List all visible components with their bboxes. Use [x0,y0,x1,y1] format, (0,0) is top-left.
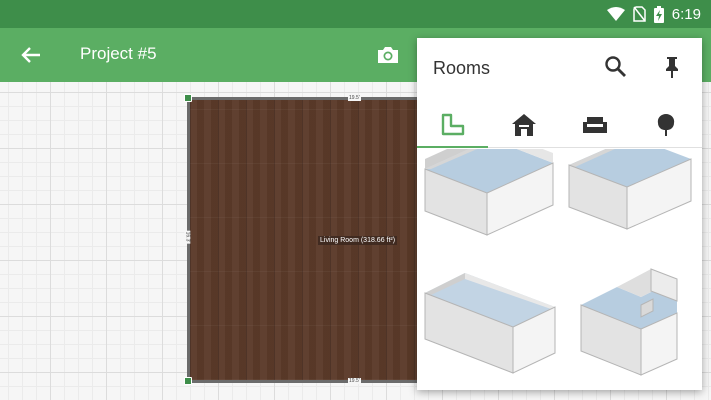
tab-rooms[interactable] [417,102,489,148]
dimension-bottom: 19.5' [348,378,361,384]
room-item-l-shaped[interactable] [577,265,689,385]
status-bar: 6:19 [0,0,711,28]
arrow-back-icon [21,47,40,63]
page-title: Project #5 [80,44,157,63]
room-label: Living Room (318.66 ft²) [318,236,398,245]
search-icon [605,56,626,77]
sofa-icon [583,116,608,133]
room-item-rectangle[interactable] [421,263,561,383]
camera-icon [378,47,398,63]
tab-outdoor[interactable] [631,102,702,147]
back-button[interactable] [18,42,44,68]
wifi-icon [606,7,625,21]
rooms-panel: Rooms [417,38,702,390]
status-icons: 6:19 [606,0,701,28]
rooms-grid [417,149,702,390]
room-item-square-1[interactable] [421,149,557,239]
rectangle-room-icon [424,273,556,374]
tab-building[interactable] [488,102,559,147]
battery-charging-icon [653,5,664,23]
pin-button[interactable] [659,54,685,80]
search-button[interactable] [603,54,629,80]
tree-icon [658,113,675,136]
no-sim-icon [633,6,646,22]
tab-furniture[interactable] [560,102,631,147]
corner-handle-top-left[interactable] [184,94,192,102]
pin-icon [666,57,678,78]
l-shape-icon [441,113,464,135]
category-tabs [417,102,702,148]
status-time: 6:19 [671,5,701,23]
room-item-square-2[interactable] [567,149,695,239]
house-icon [511,113,536,136]
square-room-icon [424,149,554,236]
dimension-top: 19.5' [348,95,361,101]
dimension-left: 16.3' [184,230,191,244]
corner-handle-bottom-left[interactable] [184,377,192,385]
camera-button[interactable] [374,42,402,68]
square-room-icon [568,149,692,230]
l-shaped-room-icon [580,268,678,376]
panel-title: Rooms [433,58,491,78]
